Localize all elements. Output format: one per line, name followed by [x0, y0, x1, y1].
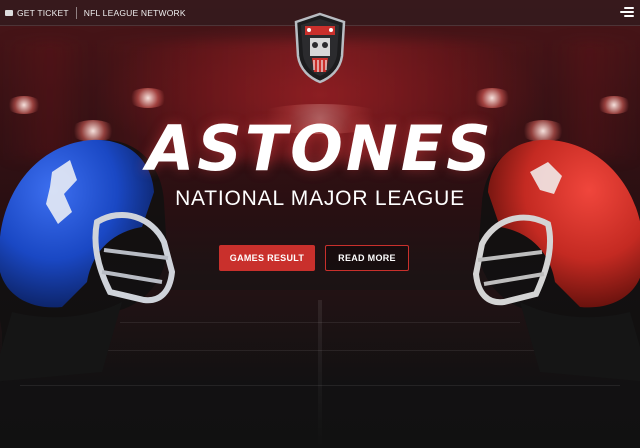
skull-shield-logo[interactable]	[292, 12, 348, 84]
nfl-league-network-link[interactable]: NFL LEAGUE NETWORK	[84, 8, 186, 18]
games-result-button[interactable]: GAMES RESULT	[219, 245, 315, 271]
read-more-button[interactable]: READ MORE	[325, 245, 409, 271]
stadium-light	[128, 88, 168, 108]
hero-subtitle: NATIONAL MAJOR LEAGUE	[175, 187, 465, 210]
topbar-divider	[75, 6, 77, 19]
ticket-icon	[5, 9, 13, 16]
get-ticket-link[interactable]: GET TICKET	[5, 8, 69, 18]
get-ticket-label: GET TICKET	[17, 7, 69, 18]
field-center-line	[318, 300, 322, 448]
hero-title: ASTONES	[146, 112, 494, 185]
stadium-light	[472, 88, 512, 108]
hamburger-menu-icon[interactable]	[620, 6, 634, 19]
